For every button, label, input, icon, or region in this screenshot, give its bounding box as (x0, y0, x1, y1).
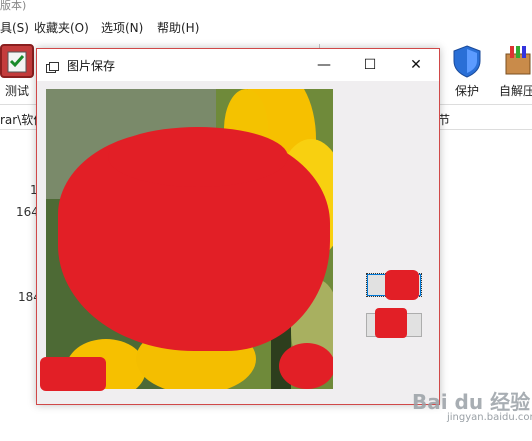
image-save-dialog: 图片保存 — ☐ ✕ (36, 48, 440, 405)
protect-button-label: 保护 (454, 84, 479, 98)
dialog-titlebar[interactable]: 图片保存 — ☐ ✕ (37, 49, 439, 81)
clipboard-check-icon (0, 44, 34, 78)
window-icon (46, 59, 59, 73)
baidu-watermark-url: jingyan.baidu.com (447, 412, 532, 423)
shield-icon (450, 44, 484, 78)
picture-box (46, 89, 333, 389)
app-title-fragment: 版本) (0, 0, 27, 12)
self-extract-button-label: 自解压 (498, 84, 532, 98)
redaction-button-b (375, 308, 407, 338)
menu-item-help[interactable]: 帮助(H) (157, 19, 199, 36)
menu-item-tools[interactable]: 具(S) (0, 19, 29, 36)
dialog-button-b[interactable] (366, 308, 422, 338)
redaction-blob-bottom-left (40, 357, 106, 391)
redaction-blob-top (108, 127, 288, 187)
close-button[interactable]: ✕ (393, 49, 439, 81)
maximize-button[interactable]: ☐ (347, 49, 393, 81)
menu-item-favorites[interactable]: 收藏夹(O) (34, 19, 89, 36)
minimize-button[interactable]: — (301, 49, 347, 81)
redaction-button-a (385, 270, 419, 300)
app-title-strip: 版本) (0, 0, 532, 14)
redaction-blob-small-round (279, 343, 333, 389)
archive-box-icon (500, 44, 532, 78)
menu-item-options[interactable]: 选项(N) (101, 19, 143, 36)
protect-button[interactable]: 保护 (442, 44, 492, 100)
dialog-body (37, 81, 439, 404)
dialog-title: 图片保存 (67, 59, 116, 73)
self-extract-button[interactable]: 自解压 (492, 44, 532, 100)
baidu-watermark: Bai du 经验 (412, 390, 531, 414)
dialog-button-a[interactable] (366, 270, 422, 300)
menubar: 具(S) 收藏夹(O) 选项(N) 帮助(H) (0, 14, 532, 38)
